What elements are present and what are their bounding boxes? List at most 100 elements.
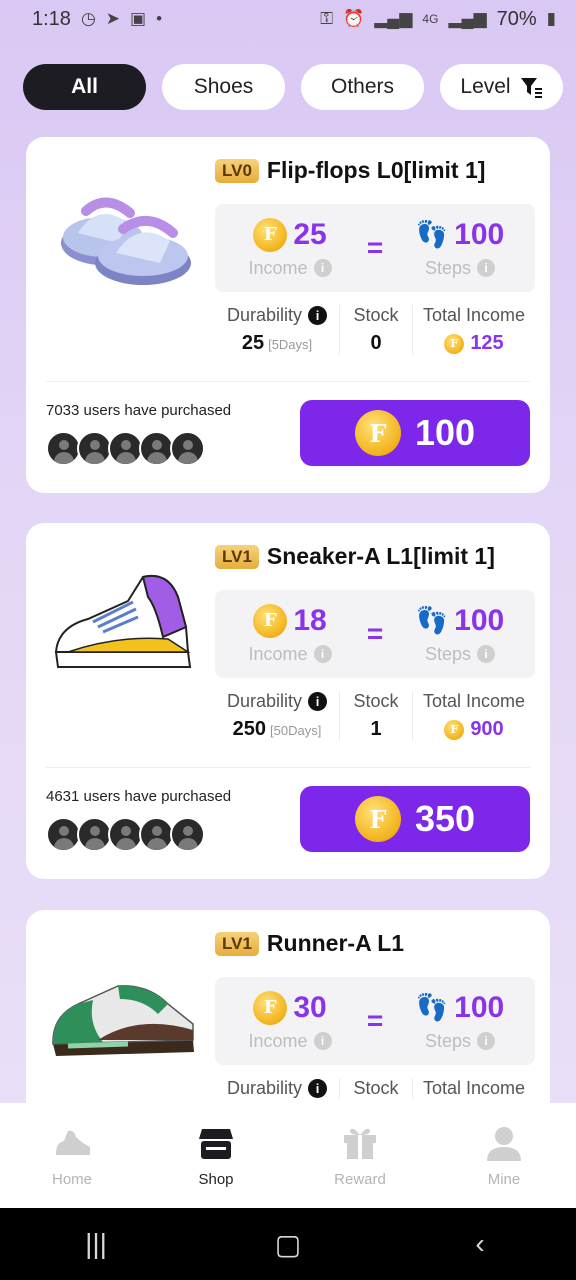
avatar: [108, 431, 143, 466]
steps-value: 100: [454, 990, 505, 1024]
nav-shop[interactable]: Shop: [166, 1123, 266, 1188]
avatar: [46, 431, 81, 466]
alarm-icon: ⏰: [343, 9, 365, 28]
clock-icon: ◷: [80, 9, 96, 28]
durability-value: 250: [232, 718, 267, 740]
steps-label: Steps: [424, 643, 472, 664]
nav-mine[interactable]: Mine: [454, 1123, 554, 1188]
nav-label: Home: [51, 1171, 92, 1188]
network-type: 4G: [422, 12, 439, 26]
coin-icon: F: [253, 603, 288, 638]
gift-icon: [344, 1128, 376, 1159]
home-button-icon[interactable]: ▢: [258, 1228, 318, 1261]
buy-button[interactable]: F 100: [300, 400, 530, 466]
coin-icon: F: [354, 410, 401, 456]
durability-days: [50Days]: [270, 723, 322, 738]
income-steps-box: F 25 Income i = 👣 100 Steps i: [215, 204, 535, 292]
product-title: Flip-flops L0[limit 1]: [266, 157, 486, 183]
product-title: Runner-A L1: [266, 930, 405, 956]
nav-label: Reward: [334, 1171, 386, 1188]
info-icon[interactable]: i: [308, 1079, 328, 1098]
income-label: Income: [248, 257, 308, 278]
equals-sign: =: [366, 232, 384, 263]
gallery-icon: ▣: [130, 9, 147, 28]
income-value: 25: [293, 217, 327, 251]
equals-sign: =: [366, 618, 384, 649]
stock-value: 0: [370, 332, 382, 354]
flip-flops-image: [61, 197, 191, 285]
battery-percent: 70%: [496, 7, 537, 30]
shop-icon: [199, 1129, 233, 1159]
filter-tabs: All Shoes Others Level: [23, 64, 563, 110]
price-value: 350: [414, 798, 476, 839]
info-icon[interactable]: i: [313, 1032, 332, 1050]
durability-days: [5Days]: [268, 337, 313, 352]
purchased-count: 7033 users have purchased: [46, 402, 232, 419]
telegram-icon: ➤: [105, 9, 121, 28]
income-label: Income: [248, 1030, 308, 1051]
system-nav-bar: ||| ▢ ‹: [0, 1208, 576, 1280]
total-income-label: Total Income: [422, 305, 526, 325]
info-icon[interactable]: i: [477, 259, 496, 277]
steps-value: 100: [454, 603, 505, 637]
footprints-icon: 👣: [415, 219, 449, 249]
steps-label: Steps: [424, 1030, 472, 1051]
avatar: [77, 817, 112, 852]
battery-icon: ▮: [546, 9, 556, 28]
avatar: [139, 431, 174, 466]
stock-label: Stock: [353, 1078, 399, 1098]
avatar: [170, 431, 205, 466]
signal-icon: ▂▄▆: [374, 9, 413, 28]
status-bar: 1:18 ◷ ➤ ▣ • ⚿ ⏰ ▂▄▆ 4G ▂▄▆ 70% ▮: [0, 0, 576, 38]
user-icon: [487, 1127, 521, 1161]
steps-label: Steps: [424, 257, 472, 278]
income-steps-box: F 30 Income i = 👣 100 Steps i: [215, 977, 535, 1065]
income-value: 30: [293, 990, 327, 1024]
buy-button[interactable]: F 350: [300, 786, 530, 852]
avatar: [77, 431, 112, 466]
sneaker-image: [54, 575, 192, 668]
footprints-icon: 👣: [415, 992, 449, 1022]
steps-value: 100: [454, 217, 505, 251]
info-icon[interactable]: i: [313, 259, 332, 277]
stock-value: 1: [370, 718, 382, 740]
nav-home[interactable]: Home: [22, 1123, 122, 1188]
avatar: [108, 817, 143, 852]
nav-reward[interactable]: Reward: [310, 1123, 410, 1188]
avatar: [139, 817, 174, 852]
income-label: Income: [248, 643, 308, 664]
total-income-value: 900: [470, 718, 504, 740]
shoe-icon: [56, 1130, 90, 1155]
avatar: [170, 817, 205, 852]
avatar-group: [46, 817, 205, 852]
tab-shoes[interactable]: Shoes: [162, 64, 285, 110]
recent-apps-icon[interactable]: |||: [66, 1228, 126, 1260]
tab-all[interactable]: All: [23, 64, 146, 110]
level-badge: LV1: [215, 544, 259, 569]
coin-icon: F: [253, 217, 288, 252]
info-icon[interactable]: i: [308, 692, 328, 711]
product-card[interactable]: LV1 Sneaker-A L1[limit 1] F 18 Income i …: [26, 523, 550, 879]
durability-value: 25: [241, 332, 265, 354]
level-badge: LV0: [215, 158, 259, 183]
divider: [46, 767, 530, 768]
info-icon[interactable]: i: [308, 306, 328, 325]
info-icon[interactable]: i: [477, 645, 496, 663]
nav-label: Mine: [487, 1171, 521, 1188]
nav-label: Shop: [198, 1171, 234, 1188]
runner-image: [52, 985, 194, 1056]
info-icon[interactable]: i: [477, 1032, 496, 1050]
status-time: 1:18: [32, 7, 71, 30]
stock-label: Stock: [353, 691, 399, 711]
durability-label: Durability: [226, 305, 303, 325]
coin-icon: F: [253, 990, 288, 1025]
product-title: Sneaker-A L1[limit 1]: [266, 543, 495, 569]
dot-icon: •: [156, 9, 163, 28]
tab-others[interactable]: Others: [301, 64, 424, 110]
tab-level-label: Level: [460, 75, 511, 98]
tab-level[interactable]: Level: [440, 64, 563, 110]
info-icon[interactable]: i: [313, 645, 332, 663]
product-card[interactable]: LV0 Flip-flops L0[limit 1] F 25 Income i…: [26, 137, 550, 493]
purchased-count: 4631 users have purchased: [46, 788, 232, 805]
back-icon[interactable]: ‹: [450, 1228, 510, 1260]
